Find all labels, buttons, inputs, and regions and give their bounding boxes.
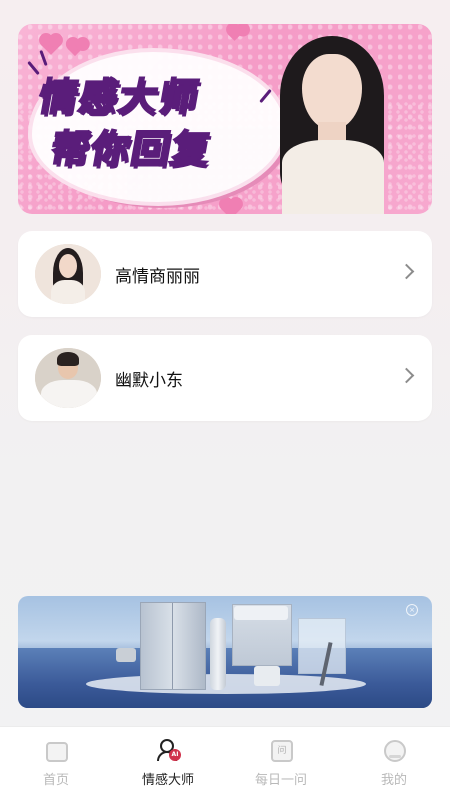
- glass-panel-image: [298, 618, 346, 674]
- air-conditioner-unit-image: [234, 606, 288, 620]
- tab-label: 我的: [380, 773, 407, 788]
- persona-card-lili[interactable]: 高情商丽丽: [18, 231, 432, 317]
- ai-badge: AI: [169, 749, 181, 761]
- hero-model-image: [258, 36, 408, 214]
- chevron-right-icon: [398, 367, 415, 384]
- refrigerator-image: [140, 602, 206, 690]
- heart-icon: [228, 28, 241, 41]
- question-icon: 问: [270, 739, 293, 762]
- chevron-right-icon: [398, 263, 415, 280]
- hero-title-line2: 帮你回复: [47, 126, 217, 172]
- tab-daily-question[interactable]: 问 每日一问: [225, 727, 337, 801]
- home-icon: [45, 739, 68, 762]
- tab-emotion-master[interactable]: AI 情感大师: [112, 727, 224, 801]
- persona-name: 幽默小东: [115, 371, 183, 391]
- close-icon[interactable]: ×: [406, 604, 418, 616]
- profile-icon: [383, 739, 406, 762]
- spark-mark: [39, 49, 48, 67]
- woman-avatar: [35, 244, 101, 304]
- air-conditioner-tower-image: [210, 618, 226, 690]
- tab-mine[interactable]: 我的: [338, 727, 450, 801]
- appliance-image: [254, 666, 280, 686]
- tab-home[interactable]: 首页: [0, 727, 112, 801]
- man-avatar: [35, 348, 101, 408]
- heart-icon: [41, 35, 61, 55]
- ai-person-icon: AI: [157, 739, 181, 761]
- ad-banner[interactable]: ×: [18, 596, 432, 708]
- hero-title-line1: 情感大师: [35, 74, 205, 120]
- persona-name: 高情商丽丽: [115, 267, 200, 287]
- persona-card-xiaodong[interactable]: 幽默小东: [18, 335, 432, 421]
- rice-cooker-image: [116, 648, 136, 662]
- heart-icon: [221, 199, 241, 214]
- tab-label: 情感大师: [141, 773, 194, 788]
- hero-banner[interactable]: 情感大师 帮你回复: [18, 24, 432, 214]
- tab-label: 首页: [42, 773, 69, 788]
- bottom-tab-bar: 首页 AI 情感大师 问 每日一问 我的: [0, 726, 450, 801]
- tab-label: 每日一问: [254, 773, 307, 788]
- spark-mark: [27, 60, 40, 76]
- heart-icon: [67, 41, 83, 57]
